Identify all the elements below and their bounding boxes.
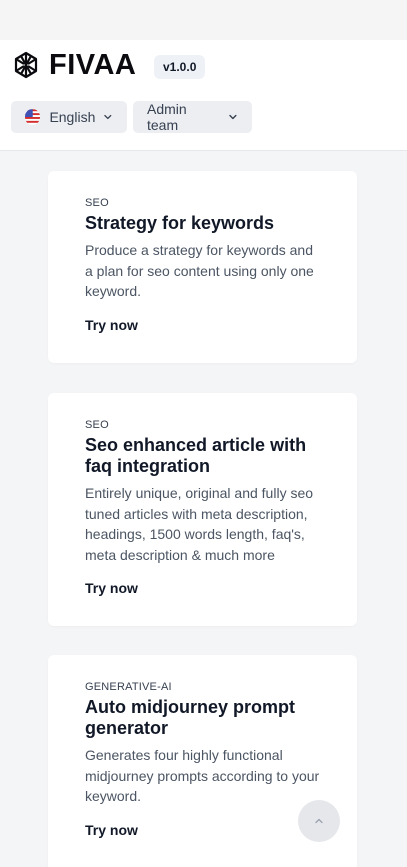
card-description: Generates four highly functional midjour… bbox=[85, 747, 320, 804]
team-label: Admin team bbox=[147, 101, 187, 133]
app-header: FIVAA v1.0.0 English Admin team bbox=[0, 40, 407, 151]
tool-card[interactable]: SEO Strategy for keywords Produce a stra… bbox=[48, 171, 357, 363]
try-now-link[interactable]: Try now bbox=[85, 317, 138, 333]
brand[interactable]: FIVAA bbox=[11, 50, 136, 80]
card-category: GENERATIVE-AI bbox=[85, 681, 172, 693]
team-select[interactable]: Admin team bbox=[133, 101, 252, 133]
card-title: Strategy for keywords bbox=[85, 213, 275, 233]
chevron-up-icon bbox=[315, 818, 323, 824]
card-category: SEO bbox=[85, 419, 109, 431]
top-strip bbox=[0, 0, 407, 40]
card-title: Seo enhanced article with faq integratio… bbox=[85, 435, 307, 476]
scroll-to-top-button[interactable] bbox=[298, 800, 340, 842]
chevron-down-icon bbox=[104, 114, 112, 120]
tools-list: SEO Strategy for keywords Produce a stra… bbox=[0, 151, 407, 867]
tool-card[interactable]: SEO Seo enhanced article with faq integr… bbox=[48, 393, 357, 626]
chevron-down-icon bbox=[229, 114, 237, 120]
version-badge: v1.0.0 bbox=[154, 55, 206, 79]
language-label: English bbox=[49, 109, 96, 125]
card-category: SEO bbox=[85, 197, 109, 209]
card-title: Auto midjourney prompt generator bbox=[85, 697, 295, 738]
card-description: Produce a strategy for keywords and a pl… bbox=[85, 242, 314, 299]
try-now-link[interactable]: Try now bbox=[85, 580, 138, 596]
try-now-link[interactable]: Try now bbox=[85, 822, 138, 838]
language-select[interactable]: English bbox=[11, 101, 127, 133]
us-flag-icon bbox=[25, 109, 41, 125]
fivaa-logo-icon bbox=[14, 51, 38, 79]
card-description: Entirely unique, original and fully seo … bbox=[85, 485, 314, 563]
header-controls: English Admin team bbox=[11, 101, 252, 133]
brand-name: FIVAA bbox=[49, 49, 137, 81]
